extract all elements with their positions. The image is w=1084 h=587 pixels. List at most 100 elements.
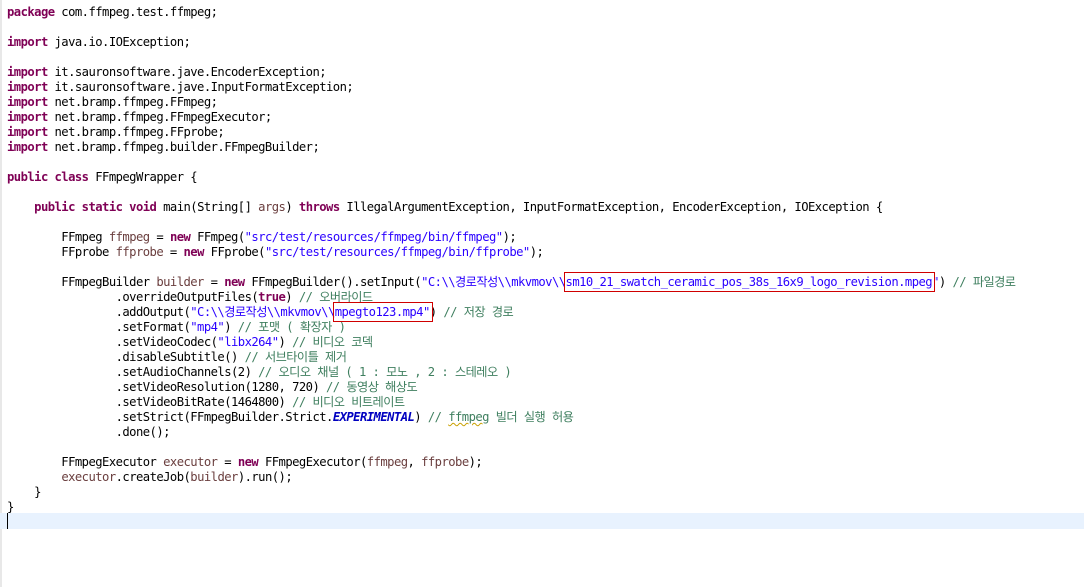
code-token: it.sauronsoftware.jave.EncoderException; bbox=[47, 65, 327, 79]
code-line: import it.sauronsoftware.jave.EncoderExc… bbox=[7, 65, 327, 80]
code-line: .overrideOutputFiles(true) // 오버라이드 bbox=[7, 290, 374, 305]
code-token: net.bramp.ffmpeg.FFmpeg; bbox=[47, 95, 218, 109]
code-line: .setVideoBitRate(1464800) // 비디오 비트레이트 bbox=[7, 395, 405, 410]
code-token: ) bbox=[938, 275, 953, 289]
code-token: public class bbox=[7, 170, 89, 184]
code-token: // 동영상 해상도 bbox=[326, 380, 418, 394]
code-token: true bbox=[258, 290, 286, 304]
code-token: executor bbox=[163, 455, 218, 469]
code-token: .setFormat( bbox=[7, 320, 191, 334]
code-token: , bbox=[407, 455, 422, 469]
code-token: ffmpeg bbox=[108, 230, 150, 244]
output-path-highlight-box bbox=[332, 302, 433, 322]
code-token: new bbox=[237, 455, 259, 469]
code-token: FFprobe( bbox=[203, 245, 266, 259]
code-token: FFmpegExecutor bbox=[7, 455, 164, 469]
code-token: FFmpegWrapper { bbox=[88, 170, 198, 184]
code-token: .setVideoResolution(1280, 720) bbox=[7, 380, 327, 394]
code-token: // 서브타이틀 제거 bbox=[244, 350, 347, 364]
code-token: FFmpegExecutor( bbox=[258, 455, 367, 469]
code-line: .setAudioChannels(2) // 오디오 채널 ( 1 : 모노 … bbox=[7, 365, 512, 380]
editor-gutter bbox=[0, 0, 2, 587]
code-token: .overrideOutputFiles( bbox=[7, 290, 259, 304]
code-token: net.bramp.ffmpeg.FFmpegExecutor; bbox=[47, 110, 273, 124]
code-token: args bbox=[258, 200, 286, 214]
code-token: import bbox=[7, 110, 48, 124]
code-line: import net.bramp.ffmpeg.FFmpegExecutor; bbox=[7, 110, 272, 125]
code-token: "libx264" bbox=[217, 335, 279, 349]
code-token: "C:\\경로작성\\mkvmov\\ bbox=[190, 305, 335, 319]
code-line: FFprobe ffprobe = new FFprobe("src/test/… bbox=[7, 245, 544, 260]
code-token: main(String[] bbox=[156, 200, 259, 214]
code-line: .disableSubtitle() // 서브타이틀 제거 bbox=[7, 350, 347, 365]
code-token: } bbox=[7, 500, 14, 514]
code-token: // 포맷 ( 확장자 ) bbox=[237, 320, 346, 334]
code-token: .addOutput( bbox=[7, 305, 191, 319]
code-token: "C:\\경로작성\\mkvmov\\ bbox=[421, 275, 566, 289]
code-token: import bbox=[7, 125, 48, 139]
code-token: FFmpegBuilder().setInput( bbox=[244, 275, 422, 289]
code-token: = bbox=[163, 245, 184, 259]
code-token: FFprobe bbox=[7, 245, 116, 259]
code-token: // 파일경로 bbox=[952, 275, 1016, 289]
code-token: .setAudioChannels(2) bbox=[7, 365, 259, 379]
code-token: FFmpeg bbox=[7, 230, 109, 244]
code-token: new bbox=[183, 245, 205, 259]
code-token: import bbox=[7, 35, 48, 49]
code-token: import bbox=[7, 80, 48, 94]
code-token: package bbox=[7, 5, 55, 19]
code-token: ).run(); bbox=[237, 470, 293, 484]
code-token: .setStrict(FFmpegBuilder.Strict. bbox=[7, 410, 334, 424]
code-line: import java.io.IOException; bbox=[7, 35, 191, 50]
code-line: } bbox=[7, 485, 41, 500]
code-token: public static void bbox=[34, 200, 157, 214]
code-token: new bbox=[224, 275, 245, 289]
code-token: java.io.IOException; bbox=[47, 35, 191, 49]
code-token: import bbox=[7, 95, 48, 109]
text-cursor bbox=[7, 513, 8, 529]
code-line: import net.bramp.ffmpeg.FFmpeg; bbox=[7, 95, 218, 110]
code-line: FFmpegExecutor executor = new FFmpegExec… bbox=[7, 455, 482, 470]
code-token: builder bbox=[190, 470, 238, 484]
code-token: ) bbox=[224, 320, 238, 334]
code-token: throws bbox=[298, 200, 340, 214]
code-token: = bbox=[203, 275, 225, 289]
code-token: ) bbox=[278, 335, 293, 349]
code-line: executor.createJob(builder).run(); bbox=[7, 470, 292, 485]
code-token: // 저장 경로 bbox=[443, 305, 514, 319]
code-token: ); bbox=[529, 245, 544, 259]
code-token: IllegalArgumentException, InputFormatExc… bbox=[339, 200, 883, 214]
code-line: .setFormat("mp4") // 포맷 ( 확장자 ) bbox=[7, 320, 346, 335]
code-editor[interactable]: package com.ffmpeg.test.ffmpeg; import ja… bbox=[0, 0, 1084, 587]
code-token: ffmpeg bbox=[448, 410, 489, 424]
code-token: 빌더 실행 허용 bbox=[488, 410, 574, 424]
code-token: // bbox=[427, 410, 449, 424]
code-token: it.sauronsoftware.jave.InputFormatExcept… bbox=[47, 80, 354, 94]
code-token: ) bbox=[285, 200, 299, 214]
current-line-highlight bbox=[0, 513, 1084, 529]
code-token: .done(); bbox=[7, 425, 171, 439]
code-token: = bbox=[149, 230, 170, 244]
code-token: com.ffmpeg.test.ffmpeg; bbox=[54, 5, 218, 19]
code-token: .disableSubtitle() bbox=[7, 350, 245, 364]
code-token: .createJob( bbox=[115, 470, 191, 484]
code-line: FFmpeg ffmpeg = new FFmpeg("src/test/res… bbox=[7, 230, 516, 245]
code-line: .setVideoCodec("libx264") // 비디오 코덱 bbox=[7, 335, 374, 350]
code-token: FFmpegBuilder bbox=[7, 275, 157, 289]
code-token: // 비디오 코덱 bbox=[292, 335, 373, 349]
code-token: = bbox=[217, 455, 238, 469]
code-token: net.bramp.ffmpeg.FFprobe; bbox=[47, 125, 225, 139]
code-token: // 비디오 비트레이트 bbox=[292, 395, 405, 409]
code-token: ffprobe bbox=[115, 245, 164, 259]
code-token: new bbox=[169, 230, 191, 244]
code-token: } bbox=[7, 485, 41, 499]
code-token: ) bbox=[285, 290, 299, 304]
code-token: "src/test/resources/ffmpeg/bin/ffprobe" bbox=[264, 245, 530, 259]
code-token: import bbox=[7, 65, 48, 79]
code-token: ); bbox=[468, 455, 483, 469]
code-line: .setStrict(FFmpegBuilder.Strict.EXPERIME… bbox=[7, 410, 574, 425]
code-line: public static void main(String[] args) t… bbox=[7, 200, 883, 215]
code-line: .addOutput("C:\\경로작성\\mkvmov\\mpegto123.… bbox=[7, 305, 514, 320]
